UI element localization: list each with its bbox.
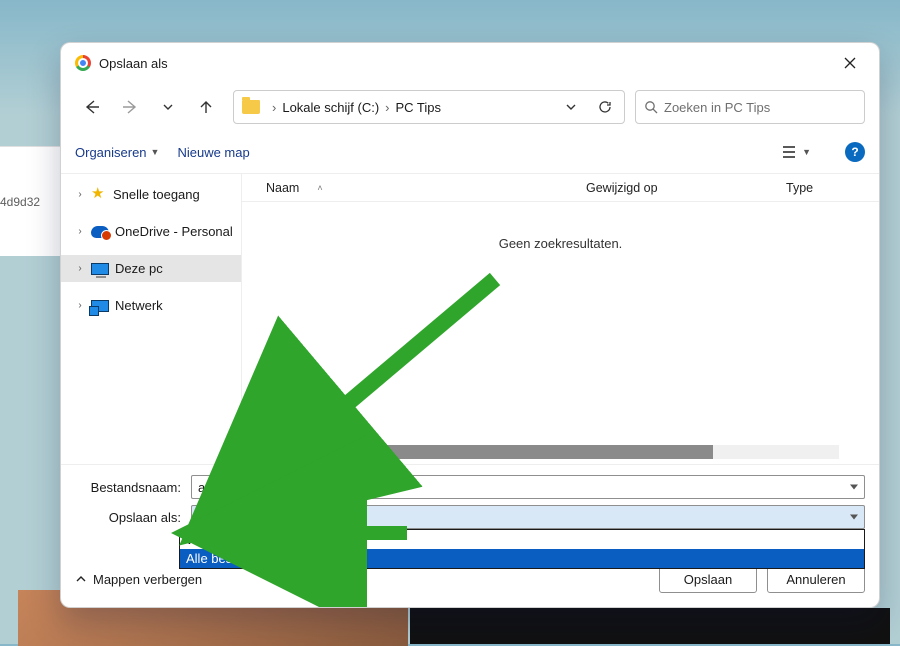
nav-row: › Lokale schijf (C:) › PC Tips	[61, 83, 879, 131]
hide-folders-toggle[interactable]: Mappen verbergen	[75, 572, 202, 587]
filetype-option-all[interactable]: Alle bestanden (*.*)	[180, 549, 864, 568]
onedrive-icon	[91, 226, 109, 238]
save-button[interactable]: Opslaan	[659, 565, 757, 593]
tree-item-quick-access[interactable]: › ★ Snelle toegang	[61, 180, 241, 208]
arrow-left-icon	[84, 99, 100, 115]
view-mode-button[interactable]: ▼	[776, 141, 817, 163]
search-placeholder: Zoeken in PC Tips	[664, 100, 770, 115]
tree-item-network[interactable]: › Netwerk	[61, 292, 241, 319]
organize-label: Organiseren	[75, 145, 147, 160]
titlebar: Opslaan als	[61, 43, 879, 83]
col-modified[interactable]: Gewijzigd op	[586, 181, 658, 195]
arrow-right-icon	[122, 99, 138, 115]
pc-icon	[91, 263, 109, 275]
tree-label: OneDrive - Personal	[115, 224, 233, 239]
tree-label: Deze pc	[115, 261, 163, 276]
chevron-down-icon	[162, 101, 174, 113]
breadcrumb-folder[interactable]: PC Tips	[396, 100, 442, 115]
chrome-icon	[75, 55, 91, 71]
close-button[interactable]	[827, 47, 873, 79]
save-label: Opslaan	[684, 572, 732, 587]
scrollbar-thumb[interactable]	[264, 445, 713, 459]
new-folder-button[interactable]: Nieuwe map	[177, 145, 249, 160]
hide-folders-label: Mappen verbergen	[93, 572, 202, 587]
filename-row: Bestandsnaam: afbeelding.jpg	[75, 475, 865, 499]
file-list-pane: Naam ˄ Gewijzigd op Type Geen zoekresult…	[241, 174, 879, 464]
tree-label: Netwerk	[115, 298, 163, 313]
sort-indicator-icon: ˄	[317, 183, 322, 193]
empty-results-message: Geen zoekresultaten.	[242, 202, 879, 251]
list-view-icon	[782, 145, 798, 159]
refresh-icon	[598, 100, 612, 114]
col-type[interactable]: Type	[786, 181, 813, 195]
filename-value: afbeelding.jpg	[198, 480, 279, 495]
search-input[interactable]: Zoeken in PC Tips	[635, 90, 865, 124]
cancel-button[interactable]: Annuleren	[767, 565, 865, 593]
search-icon	[644, 100, 658, 114]
breadcrumb[interactable]: › Lokale schijf (C:) › PC Tips	[233, 90, 625, 124]
up-button[interactable]	[189, 91, 223, 123]
new-folder-label: Nieuwe map	[177, 145, 249, 160]
background-partial-text: 4d9d32	[0, 195, 40, 209]
save-as-dialog: Opslaan als	[60, 42, 880, 608]
horizontal-scrollbar[interactable]	[242, 448, 879, 464]
body-area: › ★ Snelle toegang › OneDrive - Personal…	[61, 173, 879, 464]
forward-button[interactable]	[113, 91, 147, 123]
nav-tree: › ★ Snelle toegang › OneDrive - Personal…	[61, 174, 241, 464]
filename-input[interactable]: afbeelding.jpg	[191, 475, 865, 499]
cancel-label: Annuleren	[786, 572, 845, 587]
save-as-type-row: Opslaan als: Alle bestanden (*.*)	[75, 505, 865, 529]
tree-item-this-pc[interactable]: › Deze pc	[61, 255, 241, 282]
folder-icon	[242, 100, 260, 114]
recent-dropdown[interactable]	[151, 91, 185, 123]
dialog-title: Opslaan als	[99, 56, 168, 71]
save-as-type-dropdown: WEBP-bestand (*.webp) Alle bestanden (*.…	[179, 529, 865, 569]
help-button[interactable]: ?	[845, 142, 865, 162]
toolbar: Organiseren ▼ Nieuwe map ▼ ?	[61, 131, 879, 173]
back-button[interactable]	[75, 91, 109, 123]
chevron-up-icon	[75, 573, 87, 585]
column-headers: Naam ˄ Gewijzigd op Type	[242, 174, 879, 202]
star-icon: ★	[91, 186, 107, 202]
close-icon	[844, 57, 856, 69]
scrollbar-track	[264, 445, 839, 459]
chevron-down-icon	[565, 101, 577, 113]
filename-label: Bestandsnaam:	[75, 480, 185, 495]
help-icon: ?	[851, 145, 858, 159]
filetype-option-webp[interactable]: WEBP-bestand (*.webp)	[180, 530, 864, 549]
refresh-button[interactable]	[590, 93, 620, 121]
save-as-type-label: Opslaan als:	[75, 510, 185, 525]
save-as-selected: Alle bestanden (*.*)	[198, 510, 310, 525]
background-browser-fragment: 4d9d32	[0, 146, 60, 256]
tree-label: Snelle toegang	[113, 187, 200, 202]
option-label: WEBP-bestand (*.webp)	[186, 532, 327, 547]
network-icon	[91, 300, 109, 312]
col-name[interactable]: Naam	[266, 181, 299, 195]
organize-menu[interactable]: Organiseren ▼	[75, 145, 159, 160]
option-label: Alle bestanden (*.*)	[186, 551, 298, 566]
breadcrumb-drive[interactable]: Lokale schijf (C:)	[282, 100, 379, 115]
bottom-panel: Bestandsnaam: afbeelding.jpg Opslaan als…	[61, 464, 879, 607]
breadcrumb-history[interactable]	[556, 93, 586, 121]
tree-item-onedrive[interactable]: › OneDrive - Personal	[61, 218, 241, 245]
arrow-up-icon	[198, 99, 214, 115]
save-as-type-combo[interactable]: Alle bestanden (*.*)	[191, 505, 865, 529]
background-dark-fragment	[410, 608, 890, 644]
